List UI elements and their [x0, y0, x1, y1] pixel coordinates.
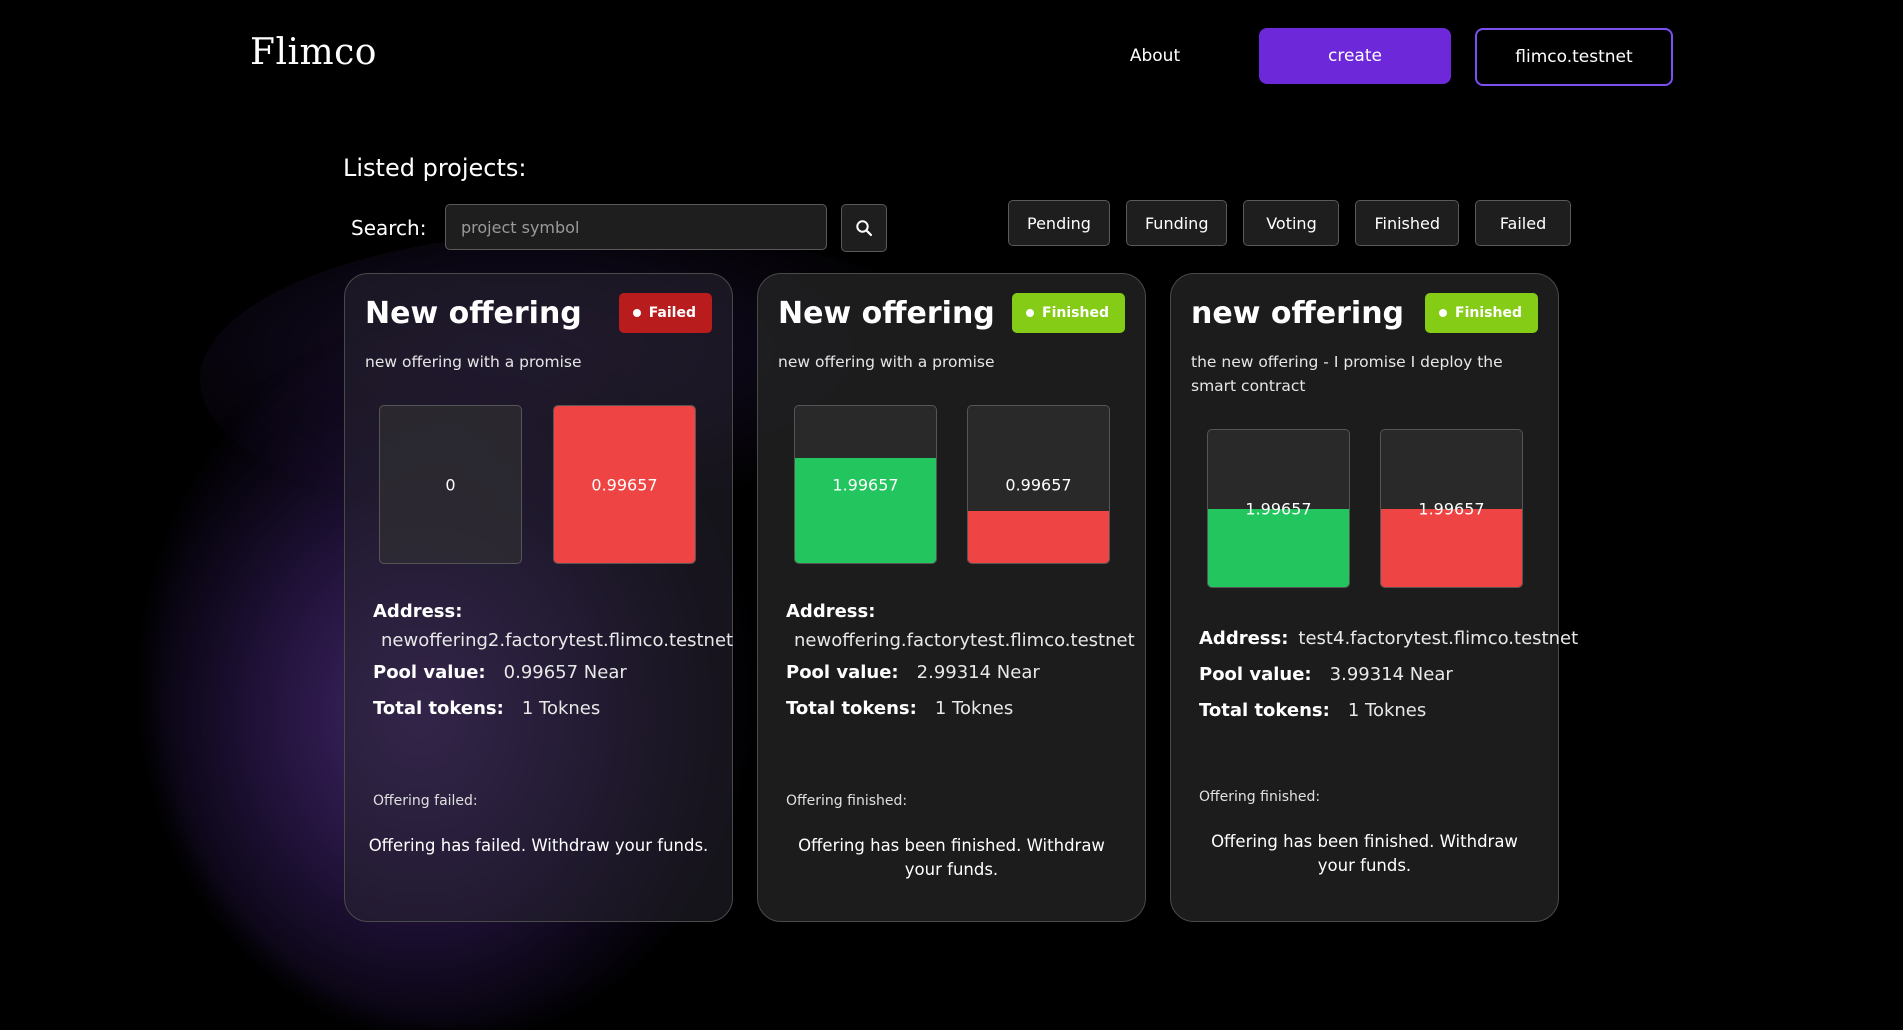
status-badge: Finished: [1012, 293, 1125, 333]
address-label: Address:: [1199, 627, 1289, 649]
address-label: Address:: [373, 600, 463, 622]
vote-bar-value: 1.99657: [1245, 499, 1312, 518]
search-input[interactable]: [445, 204, 827, 250]
logo[interactable]: Flimco: [250, 32, 377, 73]
footer-label: Offering finished:: [1199, 789, 1321, 805]
card-title: new offering: [1191, 296, 1405, 331]
offering-card[interactable]: New offering Finished new offering with …: [757, 273, 1146, 922]
filter-pending[interactable]: Pending: [1008, 200, 1110, 246]
footer-label: Offering finished:: [786, 793, 908, 809]
vote-bar-fill: [795, 457, 936, 563]
vote-bar-yes: 1.99657: [794, 405, 937, 564]
status-badge-label: Failed: [648, 305, 696, 321]
vote-bar-value: 0.99657: [1005, 475, 1072, 494]
vote-bar-no: 0.99657: [553, 405, 696, 564]
status-badge-label: Finished: [1042, 305, 1109, 321]
status-dot-icon: [1026, 309, 1035, 317]
card-info: Address: test4.factorytest.flimco.testnet…: [1199, 620, 1578, 728]
offering-card[interactable]: new offering Finished the new offering -…: [1170, 273, 1578, 922]
address-value: newoffering.factorytest.flimco.testnet: [794, 629, 1135, 651]
status-dot-icon: [632, 309, 641, 317]
vote-bar-value: 1.99657: [832, 475, 899, 494]
vote-bar-no: 1.99657: [1380, 429, 1523, 588]
address-value: newoffering2.factorytest.flimco.testnet: [381, 629, 734, 651]
search-label: Search:: [351, 216, 427, 240]
tokens-value: 1 Toknes: [521, 697, 601, 719]
vote-bar-fill: [1381, 508, 1522, 587]
vote-bar-value: 1.99657: [1418, 499, 1485, 518]
card-title: New offering: [778, 296, 995, 331]
status-badge: Failed: [618, 293, 712, 333]
tokens-label: Total tokens:: [1199, 699, 1330, 721]
address-label: Address:: [786, 600, 876, 622]
card-title: New offering: [365, 296, 582, 331]
pool-label: Pool value:: [786, 661, 899, 683]
status-dot-icon: [1439, 309, 1448, 317]
card-info: Address: newoffering2.factorytest.flimco…: [373, 596, 733, 726]
status-badge: Finished: [1425, 293, 1538, 333]
vote-bar-yes: 0: [379, 405, 522, 564]
pool-value: 2.99314 Near: [916, 661, 1040, 683]
pool-value: 3.99314 Near: [1329, 663, 1453, 685]
tokens-value: 1 Toknes: [934, 697, 1014, 719]
footer-message: Offering has failed. Withdraw your funds…: [368, 836, 709, 855]
filter-funding[interactable]: Funding: [1125, 200, 1228, 246]
vote-bar-fill: [968, 511, 1109, 563]
offering-card[interactable]: New offering Failed new offering with a …: [344, 273, 733, 922]
status-badge-label: Finished: [1455, 305, 1522, 321]
tokens-label: Total tokens:: [373, 697, 504, 719]
tokens-label: Total tokens:: [786, 697, 917, 719]
card-description: new offering with a promise: [365, 353, 582, 371]
filter-voting[interactable]: Voting: [1243, 200, 1340, 246]
card-info: Address: newoffering.factorytest.flimco.…: [786, 596, 1135, 726]
vote-bar-no: 0.99657: [967, 405, 1110, 564]
search-button[interactable]: [841, 204, 887, 252]
tokens-value: 1 Toknes: [1347, 699, 1427, 721]
vote-bar-fill: [1208, 508, 1349, 587]
status-filters: Pending Funding Voting Finished Failed: [1008, 200, 1572, 246]
account-button[interactable]: flimco.testnet: [1475, 28, 1673, 86]
pool-label: Pool value:: [373, 661, 486, 683]
card-description: the new offering - I promise I deploy th…: [1191, 353, 1503, 395]
pool-value: 0.99657 Near: [503, 661, 627, 683]
vote-bar-value: 0: [445, 475, 456, 494]
nav-about-link[interactable]: About: [1110, 28, 1200, 84]
footer-message: Offering has been finished. Withdraw you…: [1211, 832, 1518, 875]
filter-finished[interactable]: Finished: [1355, 200, 1460, 246]
footer-message: Offering has been finished. Withdraw you…: [798, 836, 1105, 879]
filter-failed[interactable]: Failed: [1475, 200, 1572, 246]
vote-bar-yes: 1.99657: [1207, 429, 1350, 588]
search-icon: [856, 220, 873, 237]
create-button[interactable]: create: [1259, 28, 1451, 84]
vote-bar-value: 0.99657: [591, 475, 658, 494]
address-value: test4.factorytest.flimco.testnet: [1298, 627, 1579, 649]
card-description: new offering with a promise: [778, 353, 995, 371]
page-title: Listed projects:: [343, 154, 527, 182]
pool-label: Pool value:: [1199, 663, 1312, 685]
footer-label: Offering failed:: [373, 793, 478, 809]
